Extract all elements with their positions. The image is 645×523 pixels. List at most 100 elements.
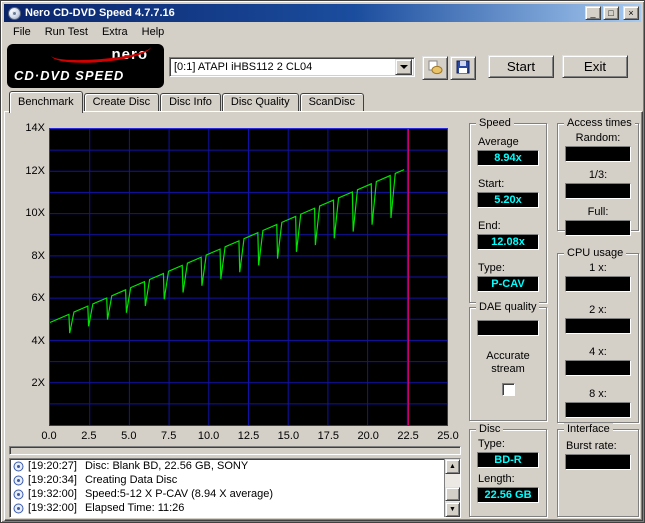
one-third-access-field: 1/3: (558, 169, 638, 199)
floppy-save-icon (455, 59, 471, 78)
cpu-4x-value (565, 360, 631, 376)
tab-benchmark[interactable]: Benchmark (9, 91, 83, 113)
cd-dvd-speed-logo-text: CD·DVD SPEED (14, 68, 125, 83)
maximize-button[interactable]: □ (603, 6, 619, 20)
start-button[interactable]: Start (488, 55, 554, 78)
cpu-4x-label: 4 x: (589, 346, 607, 358)
log-entry-icon (13, 461, 24, 472)
cpu-4x-field: 4 x: (558, 346, 638, 376)
x-tick-label: 5.0 (121, 430, 137, 442)
cd-disc-icon[interactable] (8, 6, 21, 20)
average-label: Average (478, 136, 519, 148)
y-tick-label: 6X (31, 292, 45, 305)
eject-load-disc-button[interactable] (422, 56, 448, 80)
log-entry-text: Elapsed Time: 11:26 (84, 502, 185, 514)
scroll-down-button[interactable]: ▼ (445, 502, 460, 517)
end-value: 12.08x (477, 234, 539, 250)
drive-selector-combobox[interactable]: [0:1] ATAPI iHBS112 2 CL04 (169, 57, 415, 77)
tab-create-disc[interactable]: Create Disc (83, 93, 160, 111)
full-access-field: Full: (558, 206, 638, 236)
full-label: Full: (587, 206, 609, 218)
disc-type-field: Type: BD-R (470, 438, 546, 468)
x-tick-label: 17.5 (317, 430, 339, 442)
log-entry-text: Creating Data Disc (84, 474, 178, 486)
y-tick-label: 8X (31, 249, 45, 262)
log-entry[interactable]: [19:32:00] Elapsed Time: 11:26 (10, 501, 460, 515)
menu-extra[interactable]: Extra (95, 24, 135, 40)
x-tick-label: 10.0 (197, 430, 220, 442)
titlebar[interactable]: Nero CD-DVD Speed 4.7.7.16 _ □ × (4, 4, 641, 22)
accurate-stream-checkbox[interactable] (501, 383, 515, 396)
cpu-2x-field: 2 x: (558, 304, 638, 334)
cpu-1x-label: 1 x: (589, 262, 607, 274)
log-entry-icon (13, 503, 24, 514)
log-entry-text: Disc: Blank BD, 22.56 GB, SONY (84, 460, 249, 472)
disc-length-field: Length: 22.56 GB (470, 473, 546, 503)
drive-selector-dropdown-button[interactable] (395, 59, 412, 75)
average-value: 8.94x (477, 150, 539, 166)
log-listbox[interactable]: [19:20:27] Disc: Blank BD, 22.56 GB, SON… (9, 458, 461, 518)
exit-button[interactable]: Exit (562, 55, 628, 78)
x-tick-label: 25.0 (437, 430, 459, 442)
save-results-button[interactable] (450, 56, 476, 80)
x-tick-label: 7.5 (161, 430, 177, 442)
y-tick-label: 4X (31, 334, 45, 347)
menu-run-test[interactable]: Run Test (38, 24, 95, 40)
accurate-stream-label: Accurate stream (486, 350, 530, 375)
end-label: End: (478, 220, 501, 232)
one-third-label: 1/3: (588, 169, 608, 181)
dae-quality-value (477, 320, 539, 336)
speed-end-field: End: 12.08x (470, 220, 546, 250)
start-label: Start: (478, 178, 505, 190)
progress-bar (9, 446, 461, 455)
hand-with-disc-icon (427, 59, 443, 78)
log-entry[interactable]: [19:20:34] Creating Data Disc (10, 473, 460, 487)
log-entry-icon (13, 489, 24, 500)
minimize-button[interactable]: _ (585, 6, 601, 20)
tab-scandisc[interactable]: ScanDisc (299, 93, 365, 111)
random-value (565, 146, 631, 162)
random-label: Random: (575, 132, 621, 144)
x-tick-label: 12.5 (237, 430, 260, 442)
tab-disc-quality[interactable]: Disc Quality (221, 93, 299, 111)
menu-file[interactable]: File (6, 24, 38, 40)
y-tick-label: 12X (25, 164, 45, 177)
full-value (565, 220, 631, 236)
scrollbar-thumb[interactable] (445, 487, 460, 501)
access-times-group: Access times Random: 1/3: Full: (557, 117, 639, 236)
cpu-usage-group: CPU usage 1 x: 2 x: 4 x: 8 x: (557, 247, 639, 423)
menu-help[interactable]: Help (135, 24, 172, 40)
y-tick-label: 2X (31, 377, 45, 390)
type-value: P-CAV (477, 276, 539, 292)
y-tick-label: 14X (25, 122, 45, 134)
close-button[interactable]: × (623, 6, 639, 20)
burst-rate-field: Burst rate: (558, 440, 638, 470)
log-entry[interactable]: [19:32:00] Speed:5-12 X P-CAV (8.94 X av… (10, 487, 460, 501)
scroll-up-button[interactable]: ▲ (445, 459, 460, 474)
log-entry[interactable]: [19:20:27] Disc: Blank BD, 22.56 GB, SON… (10, 459, 460, 473)
log-entry-time: [19:20:34] (28, 474, 77, 486)
dae-quality-group-title: DAE quality (476, 301, 540, 313)
disc-group: Disc Type: BD-R Length: 22.56 GB (469, 423, 547, 517)
x-tick-label: 20.0 (357, 430, 379, 442)
x-tick-label: 0.0 (41, 430, 57, 442)
x-tick-label: 22.5 (397, 430, 419, 442)
speed-start-field: Start: 5.20x (470, 178, 546, 208)
chart-svg (50, 129, 447, 425)
burst-rate-value (565, 454, 631, 470)
cpu-1x-field: 1 x: (558, 262, 638, 292)
x-tick-label: 15.0 (277, 430, 300, 442)
tab-disc-info[interactable]: Disc Info (160, 93, 221, 111)
random-access-field: Random: (558, 132, 638, 162)
interface-group-title: Interface (564, 423, 613, 435)
window-controls: _ □ × (585, 6, 639, 20)
cpu-8x-field: 8 x: (558, 388, 638, 418)
burst-rate-label: Burst rate: (566, 440, 617, 452)
speed-average-field: Average 8.94x (470, 136, 546, 166)
disc-length-label: Length: (478, 473, 515, 485)
benchmark-chart (49, 128, 448, 426)
app-window: Nero CD-DVD Speed 4.7.7.16 _ □ × File Ru… (0, 0, 645, 523)
drive-selector-value: [0:1] ATAPI iHBS112 2 CL04 (174, 61, 313, 73)
speed-group: Speed Average 8.94x Start: 5.20x End: 12… (469, 117, 547, 303)
log-scrollbar[interactable]: ▲ ▼ (444, 459, 460, 517)
